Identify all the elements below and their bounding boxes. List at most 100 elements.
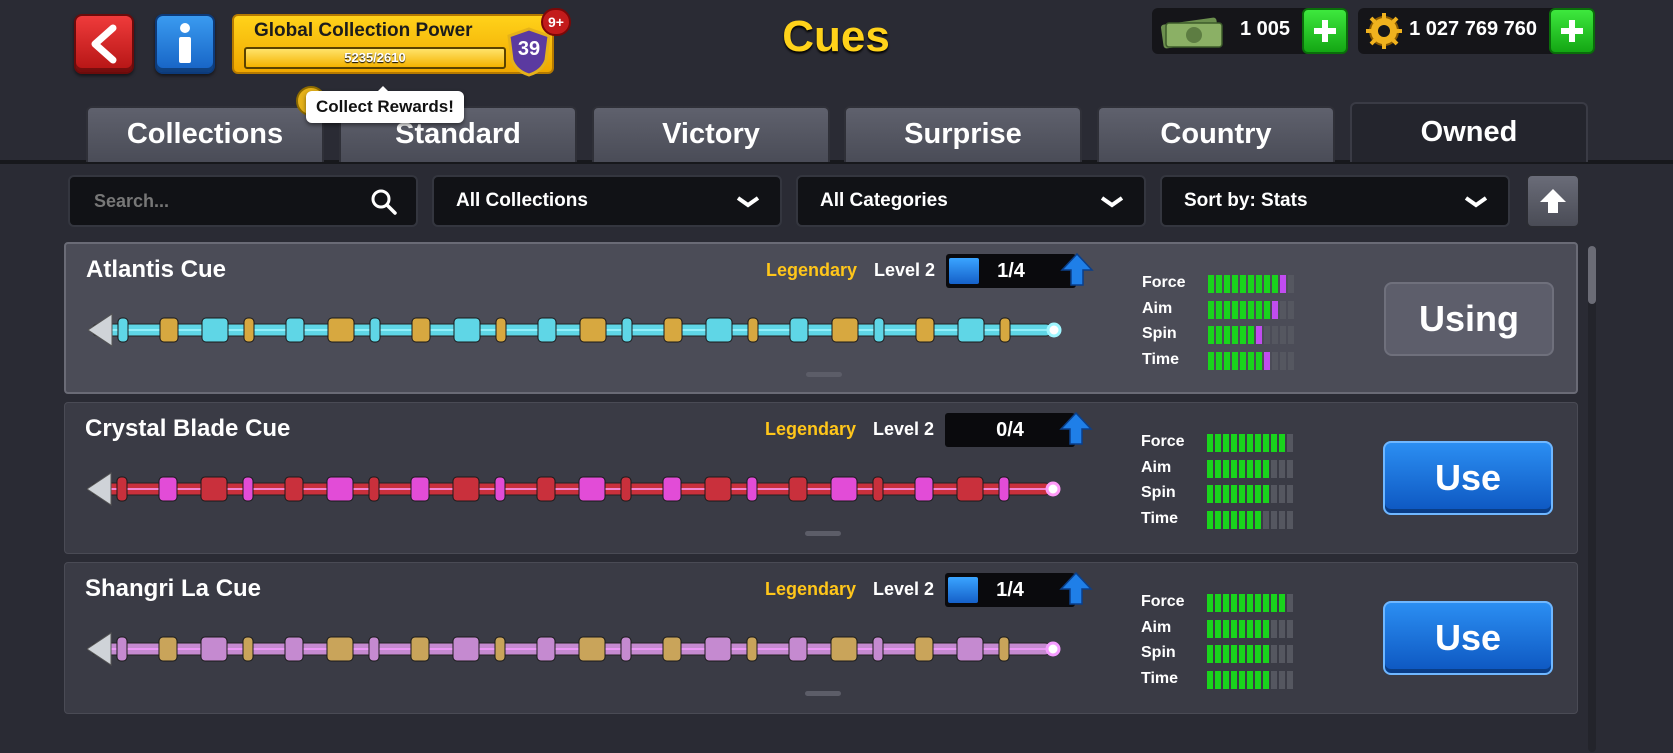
cash-icon — [1160, 17, 1223, 49]
stat-segment — [1247, 645, 1253, 663]
upgrade-arrow-icon[interactable] — [1060, 252, 1094, 288]
stat-bar-force — [1207, 434, 1293, 452]
stat-segment — [1271, 645, 1277, 663]
sort-dropdown-value: Sort by: Stats — [1184, 190, 1308, 211]
card-handle — [806, 372, 842, 377]
info-button[interactable] — [155, 14, 215, 74]
stat-segment — [1207, 434, 1213, 452]
cue-image — [88, 313, 1062, 347]
stat-segment — [1232, 326, 1238, 344]
stat-segment — [1207, 459, 1213, 478]
stat-segment — [1280, 326, 1286, 344]
stat-segment — [1271, 594, 1277, 612]
stat-label: Spin — [1141, 644, 1176, 661]
arrow-up-icon — [1540, 189, 1566, 213]
stat-segment — [1239, 434, 1245, 452]
stat-segment — [1263, 510, 1269, 529]
stat-segment — [1239, 645, 1245, 663]
tab-owned[interactable]: Owned — [1350, 102, 1588, 162]
cue-card[interactable]: Atlantis Cue Legendary Level 2 1/4 Force Aim S… — [64, 242, 1578, 394]
collect-rewards-tooltip[interactable]: Collect Rewards! — [306, 86, 464, 123]
stat-segment — [1247, 670, 1253, 689]
stat-segment — [1247, 619, 1253, 638]
stat-segment — [1240, 275, 1246, 293]
stat-bar-aim — [1207, 459, 1293, 478]
stat-label: Spin — [1141, 484, 1176, 501]
stat-bar-aim — [1208, 300, 1294, 319]
sort-direction-button[interactable] — [1526, 174, 1580, 228]
scrollbar[interactable] — [1588, 246, 1596, 752]
stat-segment — [1288, 326, 1294, 344]
stat-segment — [1208, 326, 1214, 344]
stat-segment — [1232, 351, 1238, 370]
stat-segment — [1271, 670, 1277, 689]
cue-image — [87, 632, 1061, 666]
pieces-progress-text: 1/4 — [997, 260, 1025, 282]
stat-segment — [1224, 326, 1230, 344]
stat-segment — [1207, 619, 1213, 638]
using-button[interactable]: Using — [1384, 282, 1554, 356]
stat-segment — [1240, 326, 1246, 344]
stat-segment — [1271, 485, 1277, 503]
stat-segment — [1256, 326, 1262, 344]
stat-segment — [1279, 670, 1285, 689]
stat-segment — [1287, 670, 1293, 689]
stat-label: Aim — [1142, 299, 1173, 317]
stat-bar-time — [1207, 670, 1293, 689]
global-collection-power[interactable]: Global Collection Power 5235/2610 39 — [232, 14, 554, 77]
plus-icon — [1314, 20, 1336, 42]
stat-label: Force — [1141, 433, 1185, 450]
card-handle — [805, 531, 841, 536]
sort-dropdown[interactable]: Sort by: Stats — [1160, 175, 1510, 227]
stat-segment — [1215, 619, 1221, 638]
stat-segment — [1279, 645, 1285, 663]
stat-segment — [1255, 670, 1261, 689]
use-button[interactable]: Use — [1383, 441, 1553, 515]
scrollbar-thumb[interactable] — [1588, 246, 1596, 304]
use-button[interactable]: Use — [1383, 601, 1553, 675]
tab-country[interactable]: Country — [1097, 106, 1335, 162]
stat-segment — [1239, 670, 1245, 689]
stat-segment — [1239, 459, 1245, 478]
stat-segment — [1271, 510, 1277, 529]
stat-label: Time — [1142, 350, 1180, 368]
categories-dropdown[interactable]: All Categories — [796, 175, 1146, 227]
stat-segment — [1280, 351, 1286, 370]
add-coins-button[interactable] — [1549, 8, 1595, 54]
stat-segment — [1207, 670, 1213, 689]
stat-label: Force — [1142, 274, 1186, 291]
cue-card[interactable]: Shangri La Cue Legendary Level 2 1/4 Force Ai… — [64, 562, 1578, 714]
stat-segment — [1263, 670, 1269, 689]
stat-row-time: Time — [1141, 508, 1311, 534]
stat-segment — [1279, 434, 1285, 452]
stat-row-force: Force — [1141, 431, 1311, 457]
stat-segment — [1208, 351, 1214, 370]
upgrade-arrow-icon[interactable] — [1059, 571, 1093, 607]
stat-segment — [1224, 351, 1230, 370]
coin-gear-icon — [1366, 13, 1402, 49]
back-button[interactable] — [74, 14, 134, 74]
tab-surprise[interactable]: Surprise — [844, 106, 1082, 162]
stat-row-aim: Aim — [1141, 617, 1311, 643]
stat-segment — [1240, 351, 1246, 370]
cue-name: Shangri La Cue — [85, 575, 262, 602]
stat-segment — [1255, 619, 1261, 638]
stat-segment — [1223, 619, 1229, 638]
tab-victory[interactable]: Victory — [592, 106, 830, 162]
stat-segment — [1208, 300, 1214, 319]
pieces-progress: 0/4 — [945, 413, 1075, 447]
tab-collections[interactable]: Collections — [86, 106, 324, 162]
add-cash-button[interactable] — [1302, 8, 1348, 54]
upgrade-arrow-icon[interactable] — [1059, 411, 1093, 447]
collections-dropdown[interactable]: All Collections — [432, 175, 782, 227]
stat-segment — [1255, 434, 1261, 452]
stat-bar-force — [1208, 275, 1294, 293]
stat-segment — [1207, 645, 1213, 663]
stat-segment — [1256, 351, 1262, 370]
stat-segment — [1216, 326, 1222, 344]
cue-card[interactable]: Crystal Blade Cue Legendary Level 2 0/4 Forc… — [64, 402, 1578, 554]
stat-segment — [1272, 351, 1278, 370]
stat-segment — [1247, 594, 1253, 612]
search-input[interactable]: Search... — [68, 175, 418, 227]
stat-segment — [1239, 485, 1245, 503]
